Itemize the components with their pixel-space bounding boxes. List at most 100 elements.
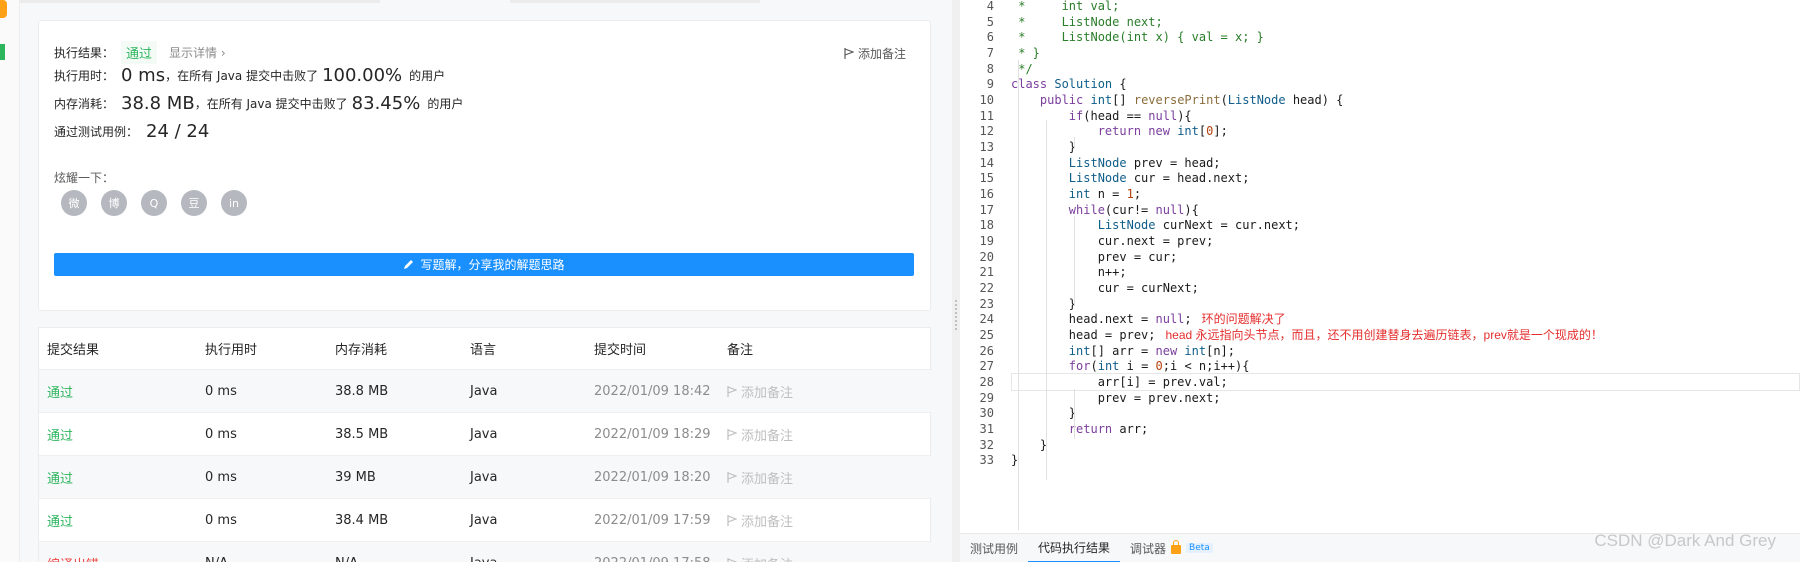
code-line[interactable]: 33} xyxy=(960,451,1800,469)
write-solution-button[interactable]: 写题解，分享我的解题思路 xyxy=(54,253,914,276)
code-token: ( xyxy=(1090,359,1098,374)
row-status-link[interactable]: 通过 xyxy=(47,468,73,487)
left-activity-strip xyxy=(0,0,20,562)
code-token: prev = head; xyxy=(1126,155,1221,170)
add-note-label: 添加备注 xyxy=(857,47,906,61)
code-token: ;i < n;i++){ xyxy=(1162,359,1250,374)
code-token: ; xyxy=(1184,312,1192,327)
table-row[interactable]: 通过 0 ms 38.4 MB Java 2022/01/09 17:59 添加备注 xyxy=(39,499,932,542)
table-row[interactable]: 通过 0 ms 39 MB Java 2022/01/09 18:20 添加备注 xyxy=(39,456,932,499)
code-token: i = xyxy=(1119,359,1156,374)
row-add-note-button[interactable]: 添加备注 xyxy=(741,511,793,530)
table-row[interactable]: 通过 0 ms 38.8 MB Java 2022/01/09 18:42 添加备注 xyxy=(39,370,932,413)
memory-suffix: 的用户 xyxy=(427,97,464,111)
tab-indicator[interactable] xyxy=(510,0,760,3)
runtime-text: ，在所有 Java 提交中击败了 xyxy=(165,69,319,83)
code-token: n = xyxy=(1090,187,1127,202)
row-status-link[interactable]: 通过 xyxy=(47,511,73,530)
code-token: curNext = cur.next; xyxy=(1155,218,1300,233)
row-status-link[interactable]: 通过 xyxy=(47,382,73,401)
flag-icon xyxy=(727,471,737,483)
tab-indicator[interactable] xyxy=(20,0,380,3)
memory-row: 内存消耗： 38.8 MB ，在所有 Java 提交中击败了 83.45% 的用… xyxy=(54,93,463,114)
code-token: int xyxy=(1184,343,1207,358)
tab-test-case[interactable]: 测试用例 xyxy=(960,534,1028,562)
result-panel: 执行结果： 通过 显示详情 › 添加备注 执行用时： 0 ms ，在所有 Jav… xyxy=(20,0,952,562)
code-token: ( xyxy=(1220,93,1228,108)
row-submit-time: 2022/01/09 18:42 xyxy=(594,383,711,399)
code-token: return new xyxy=(1097,124,1178,139)
indent-guide xyxy=(1074,389,1075,439)
qq-icon[interactable]: Q xyxy=(141,190,167,216)
row-add-note-button[interactable]: 添加备注 xyxy=(741,382,793,401)
share-label: 炫耀一下： xyxy=(54,171,115,185)
row-note-cell[interactable]: 添加备注 xyxy=(727,468,793,487)
row-note-cell[interactable]: 添加备注 xyxy=(727,425,793,444)
code-editor[interactable]: 4 * int val; 5 * ListNode next; 6 * ListNo… xyxy=(960,0,1800,562)
show-details-link[interactable]: 显示详情 › xyxy=(169,44,226,61)
result-card: 执行结果： 通过 显示详情 › 添加备注 执行用时： 0 ms ，在所有 Jav… xyxy=(38,20,931,311)
submissions-table: 提交结果 执行用时 内存消耗 语言 提交时间 备注 通过 0 ms 38.8 MB J… xyxy=(38,327,932,562)
row-status-link[interactable]: 通过 xyxy=(47,425,73,444)
tab-exec-result-label: 代码执行结果 xyxy=(1038,540,1111,555)
code-token: ]; xyxy=(1213,124,1228,139)
splitter-grip[interactable] xyxy=(955,300,957,330)
row-runtime: N/A xyxy=(205,556,228,562)
add-note-button[interactable]: 添加备注 xyxy=(844,45,906,62)
code-token: head.next = xyxy=(1011,312,1156,327)
flag-icon xyxy=(727,385,737,397)
testcases-value: 24 / 24 xyxy=(146,121,210,142)
douban-icon[interactable]: 豆 xyxy=(181,190,207,216)
row-note-cell[interactable]: 添加备注 xyxy=(727,382,793,401)
code-token: int xyxy=(1068,343,1091,358)
row-add-note-button[interactable]: 添加备注 xyxy=(741,425,793,444)
header-language: 语言 xyxy=(470,343,497,358)
code-token: cur = curNext; xyxy=(1011,281,1199,296)
row-status-link[interactable]: 编译出错 xyxy=(47,554,99,562)
tab-exec-result[interactable]: 代码执行结果 xyxy=(1028,534,1121,562)
tab-debugger[interactable]: 调试器 Beta xyxy=(1120,534,1223,562)
memory-label: 内存消耗： xyxy=(54,97,115,111)
code-token: [] arr = xyxy=(1090,343,1156,358)
table-row[interactable]: 编译出错 N/A N/A Java 2022/01/09 17:58 添加备注 xyxy=(39,542,932,562)
code-token: int xyxy=(1097,359,1120,374)
linkedin-icon[interactable]: in xyxy=(221,190,247,216)
row-submit-time: 2022/01/09 17:58 xyxy=(594,556,711,562)
pane-splitter[interactable] xyxy=(952,0,960,562)
row-note-cell[interactable]: 添加备注 xyxy=(727,554,793,562)
row-memory: 39 MB xyxy=(335,469,376,485)
tab-debugger-label: 调试器 xyxy=(1130,541,1167,556)
row-lang: Java xyxy=(470,426,498,442)
exec-result-row: 执行结果： 通过 显示详情 › xyxy=(54,41,226,64)
code-token: null xyxy=(1155,312,1185,327)
tab-test-case-label: 测试用例 xyxy=(970,541,1019,556)
code-token: * ListNode(int x) { val = x; } xyxy=(1011,30,1264,45)
indent-guide xyxy=(1046,120,1047,480)
code-token: Solution xyxy=(1054,77,1113,92)
line-number: 33 xyxy=(979,453,994,468)
row-memory: 38.8 MB xyxy=(335,383,389,399)
row-runtime: 0 ms xyxy=(205,383,237,399)
wechat-icon[interactable]: 微 xyxy=(61,190,87,216)
code-area[interactable]: 4 * int val; 5 * ListNode next; 6 * ListNo… xyxy=(960,0,1800,533)
row-note-cell[interactable]: 添加备注 xyxy=(727,511,793,530)
code-token: } xyxy=(1011,140,1077,155)
code-token: ListNode xyxy=(1227,93,1286,108)
row-add-note-button[interactable]: 添加备注 xyxy=(741,468,793,487)
table-row[interactable]: 通过 0 ms 38.5 MB Java 2022/01/09 18:29 添加备注 xyxy=(39,413,932,456)
weibo-icon[interactable]: 博 xyxy=(101,190,127,216)
code-token: arr; xyxy=(1112,422,1149,437)
row-runtime: 0 ms xyxy=(205,426,237,442)
row-submit-time: 2022/01/09 18:20 xyxy=(594,469,711,485)
code-token: int xyxy=(1090,93,1113,108)
code-token: prev = cur; xyxy=(1011,249,1178,264)
indent-guide xyxy=(1074,137,1075,149)
row-lang: Java xyxy=(470,383,498,399)
write-solution-label: 写题解，分享我的解题思路 xyxy=(420,258,565,272)
row-add-note-button[interactable]: 添加备注 xyxy=(741,554,793,562)
code-token: head) { xyxy=(1285,93,1344,108)
